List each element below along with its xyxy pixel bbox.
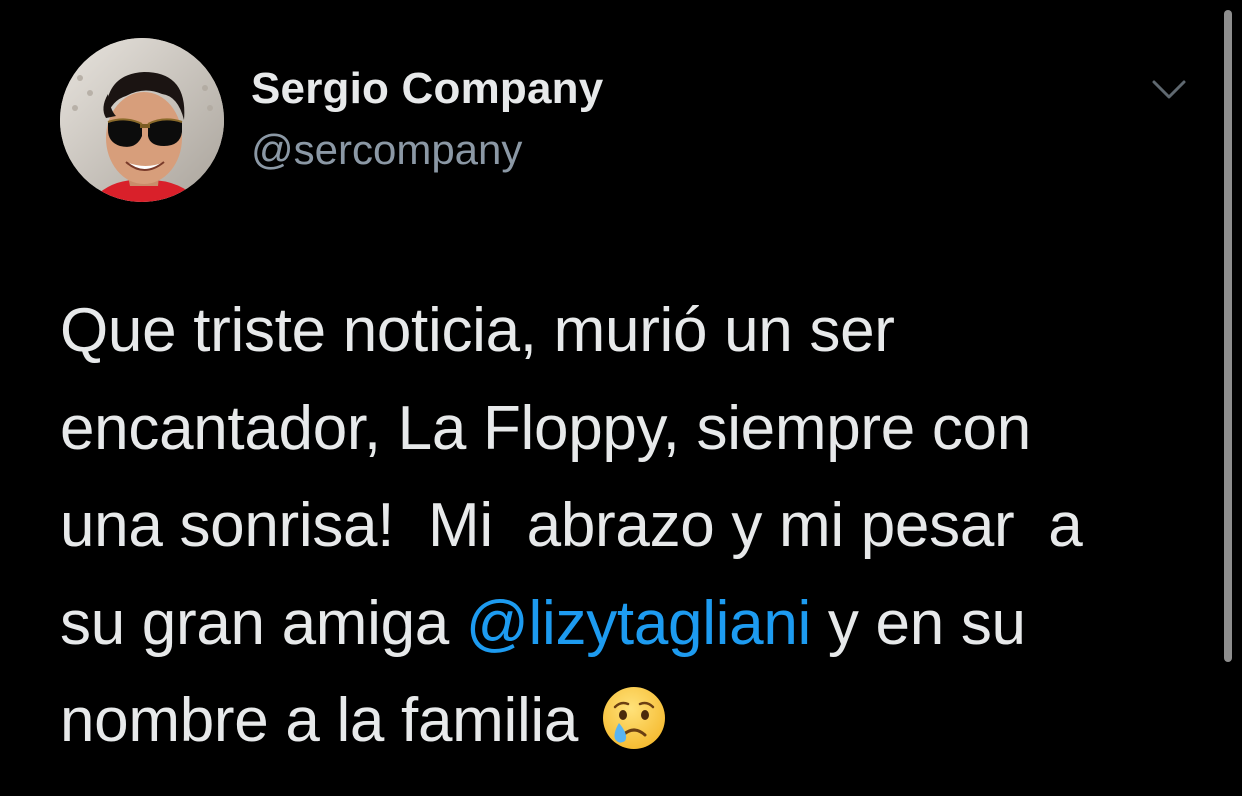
profile-photo-icon bbox=[60, 38, 224, 202]
scrollbar[interactable] bbox=[1224, 10, 1232, 662]
avatar[interactable] bbox=[60, 38, 224, 202]
tweet-text-line: su gran amiga @lizytagliani y en su bbox=[60, 575, 1180, 673]
tweet-menu-button[interactable] bbox=[1146, 70, 1192, 110]
tweet-text: Que triste noticia, murió un ser encanta… bbox=[60, 282, 1180, 770]
crying-face-emoji-icon bbox=[601, 682, 667, 749]
tweet-text-line: Que triste noticia, murió un ser bbox=[60, 296, 895, 365]
tweet-text-segment: nombre a la familia bbox=[60, 686, 579, 755]
chevron-down-icon bbox=[1152, 80, 1186, 99]
mention-link[interactable]: @lizytagliani bbox=[466, 589, 811, 658]
tweet-text-line: una sonrisa! Mi abrazo y mi pesar a bbox=[60, 491, 1083, 560]
tweet-text-segment: y en su bbox=[810, 588, 1026, 658]
tweet-text-line: nombre a la familia bbox=[60, 672, 1180, 770]
tweet-card: Sergio Company @sercompany Que triste no… bbox=[0, 0, 1242, 796]
display-name[interactable]: Sergio Company bbox=[251, 64, 603, 114]
user-handle[interactable]: @sercompany bbox=[251, 126, 522, 174]
tweet-text-line: encantador, La Floppy, siempre con bbox=[60, 393, 1031, 463]
tweet-text-segment: su gran amiga bbox=[60, 588, 466, 658]
